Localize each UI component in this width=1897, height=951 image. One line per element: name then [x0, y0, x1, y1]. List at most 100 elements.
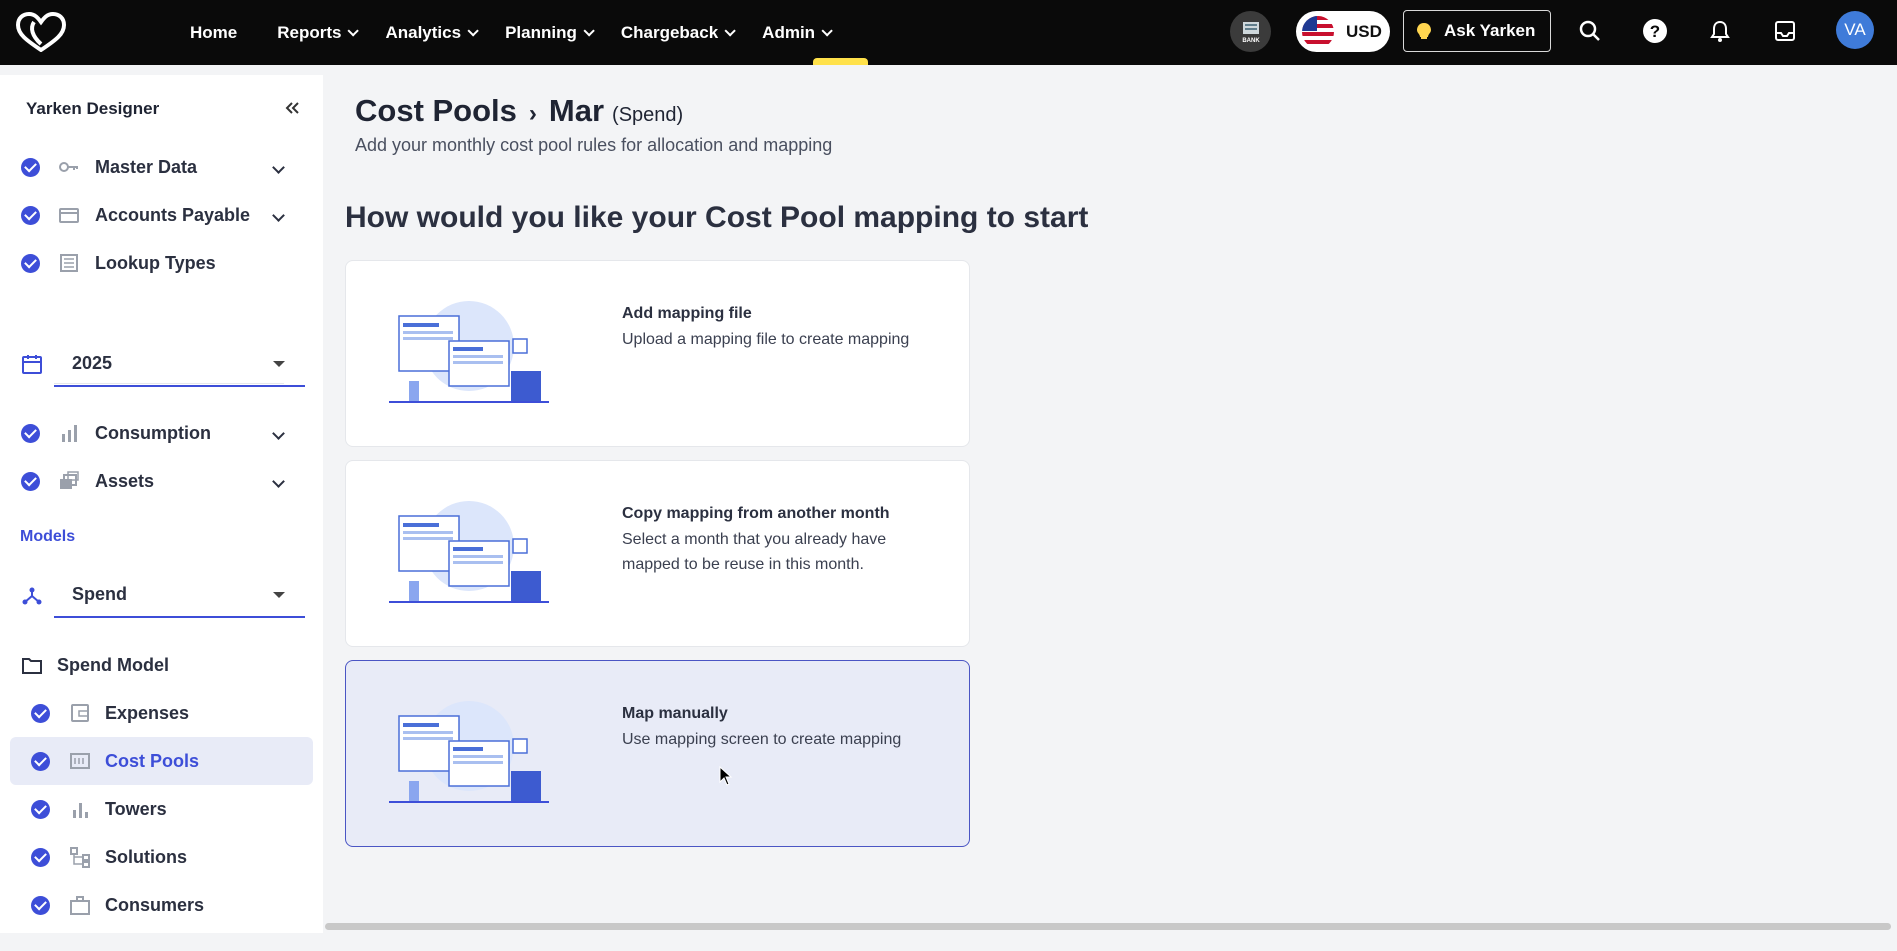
bank-button[interactable]: BANK — [1230, 11, 1271, 52]
chevron-down-icon[interactable] — [272, 208, 285, 222]
sidebar-item-label: Consumption — [95, 422, 211, 443]
computer-illustration-icon — [389, 701, 549, 803]
user-avatar[interactable]: VA — [1836, 11, 1874, 49]
nav-analytics[interactable]: Analytics — [385, 0, 479, 65]
nav-home[interactable]: Home — [178, 0, 237, 65]
sidebar-item-label: Cost Pools — [105, 750, 200, 771]
mouse-cursor-icon — [719, 766, 733, 786]
chevron-down-icon[interactable] — [272, 160, 285, 174]
list-icon — [60, 254, 78, 272]
folder-icon — [22, 658, 42, 674]
notifications-button[interactable] — [1705, 16, 1735, 46]
nav-chargeback[interactable]: Chargeback — [621, 0, 736, 65]
collapse-sidebar-icon[interactable] — [283, 99, 301, 117]
inbox-button[interactable] — [1770, 16, 1800, 46]
layers-icon — [60, 471, 79, 489]
help-icon: ? — [1643, 19, 1667, 43]
option-description: Select a month that you already have map… — [622, 531, 887, 573]
breadcrumb-root[interactable]: Cost Pools — [355, 93, 517, 129]
bar-chart-icon — [62, 425, 77, 442]
year-select[interactable]: 2025 — [54, 341, 305, 387]
page-subtitle: Add your monthly cost pool rules for all… — [355, 135, 833, 155]
chevron-down-icon — [724, 24, 736, 37]
check-circle-icon — [31, 799, 50, 819]
nav-reports-label: Reports — [277, 22, 342, 42]
breadcrumb-tag: (Spend) — [612, 104, 684, 126]
svg-text:?: ? — [1650, 22, 1660, 41]
key-icon — [59, 162, 78, 172]
check-circle-icon — [21, 471, 40, 491]
ask-yarken-label: Ask Yarken — [1444, 21, 1536, 40]
chevron-down-icon — [467, 24, 479, 37]
option-title: Copy mapping from another month — [622, 505, 890, 522]
model-hierarchy-icon — [22, 587, 42, 605]
chevron-right-icon: › — [528, 100, 537, 127]
currency-selector[interactable]: USD — [1296, 11, 1390, 52]
sidebar-group-label: Spend Model — [57, 654, 169, 675]
chevron-down-icon[interactable] — [272, 474, 285, 488]
sidebar-item-master-data[interactable]: Master Data — [0, 143, 313, 191]
nav-analytics-label: Analytics — [385, 22, 462, 42]
caret-down-icon — [273, 361, 285, 367]
bank-icon: BANK — [1242, 21, 1260, 44]
check-circle-icon — [31, 895, 50, 915]
ask-yarken-button[interactable]: Ask Yarken — [1403, 10, 1551, 52]
main-content: Cost Pools › Mar (Spend) Add your monthl… — [332, 75, 1897, 933]
check-circle-icon — [21, 253, 40, 273]
sidebar-item-consumers[interactable]: Consumers — [0, 881, 313, 929]
sidebar-item-accounts-payable[interactable]: Accounts Payable — [0, 191, 313, 239]
sidebar-item-lookup-types[interactable]: Lookup Types — [0, 239, 313, 287]
caret-down-icon — [273, 592, 285, 598]
bell-icon — [1710, 20, 1730, 42]
option-copy-mapping[interactable]: Copy mapping from another month Select a… — [345, 460, 970, 647]
inbox-icon — [1775, 21, 1795, 41]
hierarchy-icon — [70, 847, 90, 868]
model-select[interactable]: Spend — [54, 572, 305, 618]
yarken-logo-icon[interactable] — [16, 12, 66, 52]
sidebar-group-spend-model[interactable]: Spend Model — [0, 641, 313, 689]
model-select-value: Spend — [72, 584, 128, 604]
option-map-manually[interactable]: Map manually Use mapping screen to creat… — [345, 660, 970, 847]
nav-admin-label: Admin — [762, 22, 816, 42]
sidebar-item-towers[interactable]: Towers — [0, 785, 313, 833]
help-button[interactable]: ? — [1640, 16, 1670, 46]
chevron-down-icon — [583, 24, 595, 37]
sidebar-item-expenses[interactable]: Expenses — [0, 689, 313, 737]
sidebar-item-label: Accounts Payable — [95, 204, 251, 225]
nav-home-label: Home — [190, 22, 238, 42]
top-navigation-bar: Home Reports Analytics Planning Chargeba… — [0, 0, 1897, 65]
nav-planning[interactable]: Planning — [505, 0, 595, 65]
option-title: Map manually — [622, 705, 728, 722]
sidebar-item-consumption[interactable]: Consumption — [0, 409, 313, 457]
horizontal-scrollbar[interactable] — [323, 919, 1897, 933]
check-circle-icon — [21, 423, 40, 443]
bank-label: BANK — [1242, 38, 1260, 44]
check-circle-icon — [21, 157, 40, 177]
chevron-down-icon — [347, 24, 360, 37]
option-description: Upload a mapping file to create mapping — [622, 331, 910, 348]
year-select-value: 2025 — [72, 353, 113, 373]
sidebar: Yarken Designer Master Data Accounts Pay… — [0, 75, 323, 933]
sidebar-item-label: Assets — [95, 470, 155, 491]
sidebar-item-solutions[interactable]: Solutions — [0, 833, 313, 881]
scrollbar-thumb[interactable] — [325, 923, 1891, 930]
search-button[interactable] — [1575, 16, 1605, 46]
active-nav-indicator — [813, 58, 868, 65]
computer-illustration-icon — [389, 301, 549, 403]
sidebar-item-assets[interactable]: Assets — [0, 457, 313, 505]
lightbulb-icon — [1417, 23, 1431, 39]
chevron-down-icon[interactable] — [272, 426, 285, 440]
sidebar-item-label: Lookup Types — [95, 252, 216, 273]
credit-card-icon — [59, 208, 79, 223]
option-description: Use mapping screen to create mapping — [622, 731, 902, 748]
nav-reports[interactable]: Reports — [277, 0, 360, 65]
sidebar-item-cost-pools[interactable]: Cost Pools — [10, 737, 313, 785]
nav-admin[interactable]: Admin — [762, 0, 833, 65]
sidebar-item-label: Consumers — [105, 894, 205, 915]
us-flag-icon — [1302, 15, 1334, 48]
section-heading: How would you like your Cost Pool mappin… — [345, 201, 1089, 234]
nav-planning-label: Planning — [505, 22, 577, 42]
search-icon — [1579, 20, 1600, 41]
option-add-mapping-file[interactable]: Add mapping file Upload a mapping file t… — [345, 260, 970, 447]
wallet-icon — [71, 704, 89, 722]
